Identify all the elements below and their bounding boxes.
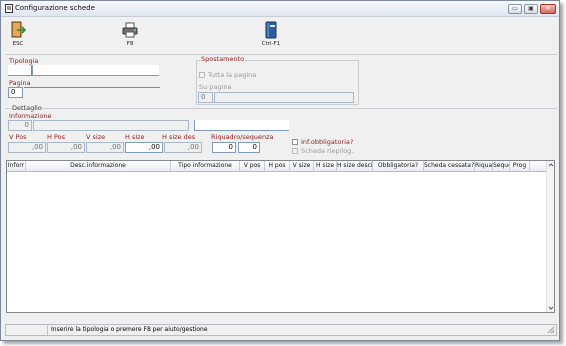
v-pos-label: V Pos [9,133,27,141]
column-header-prog[interactable]: Prog [510,161,530,171]
help-book-icon [265,21,277,39]
f8-button[interactable]: F8 [119,21,141,51]
toolbar-separator [5,54,557,55]
v-pos-input[interactable]: ,00 [8,142,46,153]
resize-grip-icon[interactable] [547,326,555,334]
h-size-label: H size [125,133,145,141]
su-pagina-label: Su pagina [199,83,232,91]
minimize-button[interactable]: ▭ [508,4,522,14]
scroll-up-arrow-icon[interactable] [548,162,554,168]
h-pos-label: H Pos [47,133,66,141]
informazione-extra [194,120,289,131]
ctrl-f1-button-label: Ctrl-F1 [261,41,281,47]
riquadro-input[interactable]: 0 [212,142,236,153]
dettaglio-separator [5,108,557,109]
title-bar: Configurazione schede ▭ ▣ ✕ [1,1,559,17]
column-header-tipo-informazione[interactable]: Tipo informazione [171,161,240,171]
sequenza-input[interactable]: 0 [238,142,260,153]
column-header-h-size[interactable]: H size [314,161,337,171]
scroll-down-arrow-icon[interactable] [548,305,554,311]
h-pos-input[interactable]: ,00 [47,142,85,153]
tutta-la-pagina-label: Tutta la pagina [208,71,257,79]
informazione-label: Informazione [9,112,52,120]
pagina-description-line [24,87,160,88]
column-header-riquadro[interactable]: Riqua [475,161,493,171]
column-header-desc-informazione[interactable]: Desc.informazione [26,161,171,171]
dettaglio-title: Dettaglio [11,104,43,112]
column-header-v-pos[interactable]: V pos [240,161,265,171]
riquadro-sequenza-label: Riquadro/sequenza [211,133,274,141]
spostamento-title: Spostamento [200,55,246,63]
printer-icon [122,22,138,38]
inf-obbligatoria-label: Inf.obbligatoria? [301,138,354,146]
esc-button-label: ESC [12,41,24,47]
grid-header: Inforr Desc.informazione Tipo informazio… [7,161,554,172]
h-size-input[interactable]: ,00 [125,142,163,153]
column-header-h-pos[interactable]: H pos [265,161,290,171]
column-header-inforr[interactable]: Inforr [7,161,26,171]
h-size-des-label: H size des [162,133,196,141]
h-size-des-input[interactable]: ,00 [164,142,202,153]
window-app-icon [5,4,13,13]
pagina-input[interactable]: 0 [8,87,23,98]
information-grid[interactable]: Inforr Desc.informazione Tipo informazio… [6,160,555,313]
column-header-h-size-desc[interactable]: H size desci [337,161,373,171]
inf-obbligatoria-checkbox[interactable] [292,139,298,145]
v-size-input[interactable]: ,00 [86,142,124,153]
su-pagina-input[interactable]: 0 [198,92,213,103]
tipologia-label: Tipologia [9,57,39,65]
column-header-obbligatoria[interactable]: Obbligatoria? [373,161,424,171]
scheda-riepilog-checkbox[interactable] [292,148,298,154]
tutta-la-pagina-checkbox[interactable] [199,72,205,78]
pagina-label: Pagina [9,79,31,87]
main-window: Configurazione schede ▭ ▣ ✕ ESC F8 Ctrl-… [0,0,560,341]
status-bar: Inserire la tipologia o premere F8 per a… [5,324,557,336]
su-pagina-description [214,92,354,103]
esc-button[interactable]: ESC [7,21,29,51]
grid-vertical-scrollbar[interactable] [546,161,554,312]
column-header-v-size[interactable]: V size [290,161,314,171]
ctrl-f1-button[interactable]: Ctrl-F1 [257,21,285,51]
f8-button-label: F8 [126,41,134,47]
informazione-code-input[interactable]: 0 [8,120,32,131]
informazione-description [33,120,189,131]
tipologia-description-input[interactable] [32,65,159,76]
exit-door-icon [11,21,27,38]
scheda-riepilog-label: Scheda riepilog. [301,147,354,155]
tipologia-code-input[interactable] [8,65,32,76]
column-header-scheda-cessata[interactable]: Scheda cessata? [424,161,475,171]
window-title: Configurazione schede [15,4,95,12]
maximize-button[interactable]: ▣ [524,4,538,14]
column-header-sequenza[interactable]: Seque [493,161,510,171]
status-left-cell [6,325,48,335]
status-message: Inserire la tipologia o premere F8 per a… [51,326,208,333]
v-size-label: V size [86,133,106,141]
close-button[interactable]: ✕ [540,4,556,14]
